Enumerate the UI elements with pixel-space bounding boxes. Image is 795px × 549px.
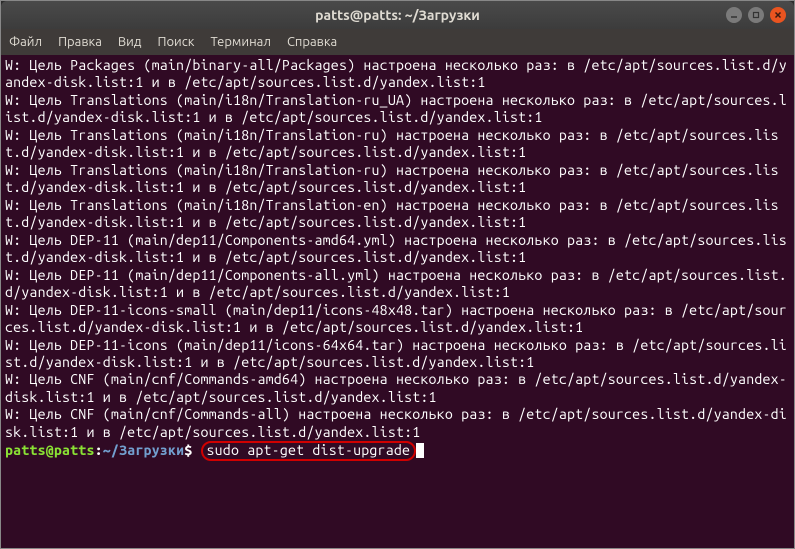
- prompt-path: ~/Загрузки: [103, 442, 184, 458]
- prompt-dollar: $: [184, 442, 200, 458]
- output-line: W: Цель DEP-11-icons-small (main/dep11/i…: [5, 302, 787, 335]
- close-button[interactable]: [770, 7, 786, 23]
- window-controls: [726, 7, 786, 23]
- output-line: W: Цель CNF (main/cnf/Commands-amd64) на…: [5, 371, 787, 404]
- menu-search[interactable]: Поиск: [157, 35, 194, 49]
- window-title: patts@patts: ~/Загрузки: [315, 7, 480, 23]
- output-line: W: Цель Translations (main/i18n/Translat…: [5, 127, 779, 160]
- prompt-user: patts@patts: [5, 442, 95, 458]
- menu-file[interactable]: Файл: [9, 35, 42, 49]
- output-line: W: Цель DEP-11-icons (main/dep11/icons-6…: [5, 337, 787, 370]
- output-line: W: Цель DEP-11 (main/dep11/Components-al…: [5, 267, 787, 300]
- output-line: W: Цель CNF (main/cnf/Commands-all) наст…: [5, 406, 787, 439]
- output-line: W: Цель Translations (main/i18n/Translat…: [5, 197, 779, 230]
- output-line: W: Цель Packages (main/binary-all/Packag…: [5, 57, 787, 90]
- minimize-button[interactable]: [726, 7, 742, 23]
- output-line: W: Цель DEP-11 (main/dep11/Components-am…: [5, 232, 787, 265]
- command-text: sudo apt-get dist-upgrade: [207, 442, 411, 458]
- menu-help[interactable]: Справка: [287, 35, 337, 49]
- command-highlight: sudo apt-get dist-upgrade: [201, 441, 417, 461]
- menu-terminal[interactable]: Терминал: [210, 35, 270, 49]
- output-line: W: Цель Translations (main/i18n/Translat…: [5, 162, 779, 195]
- window-titlebar: patts@patts: ~/Загрузки: [1, 1, 794, 29]
- menu-edit[interactable]: Правка: [58, 35, 102, 49]
- prompt-colon: :: [95, 442, 103, 458]
- terminal-cursor: [416, 443, 424, 458]
- menubar: Файл Правка Вид Поиск Терминал Справка: [1, 29, 794, 55]
- menu-view[interactable]: Вид: [118, 35, 142, 49]
- terminal-output[interactable]: W: Цель Packages (main/binary-all/Packag…: [1, 55, 794, 548]
- maximize-button[interactable]: [748, 7, 764, 23]
- output-line: W: Цель Translations (main/i18n/Translat…: [5, 92, 787, 125]
